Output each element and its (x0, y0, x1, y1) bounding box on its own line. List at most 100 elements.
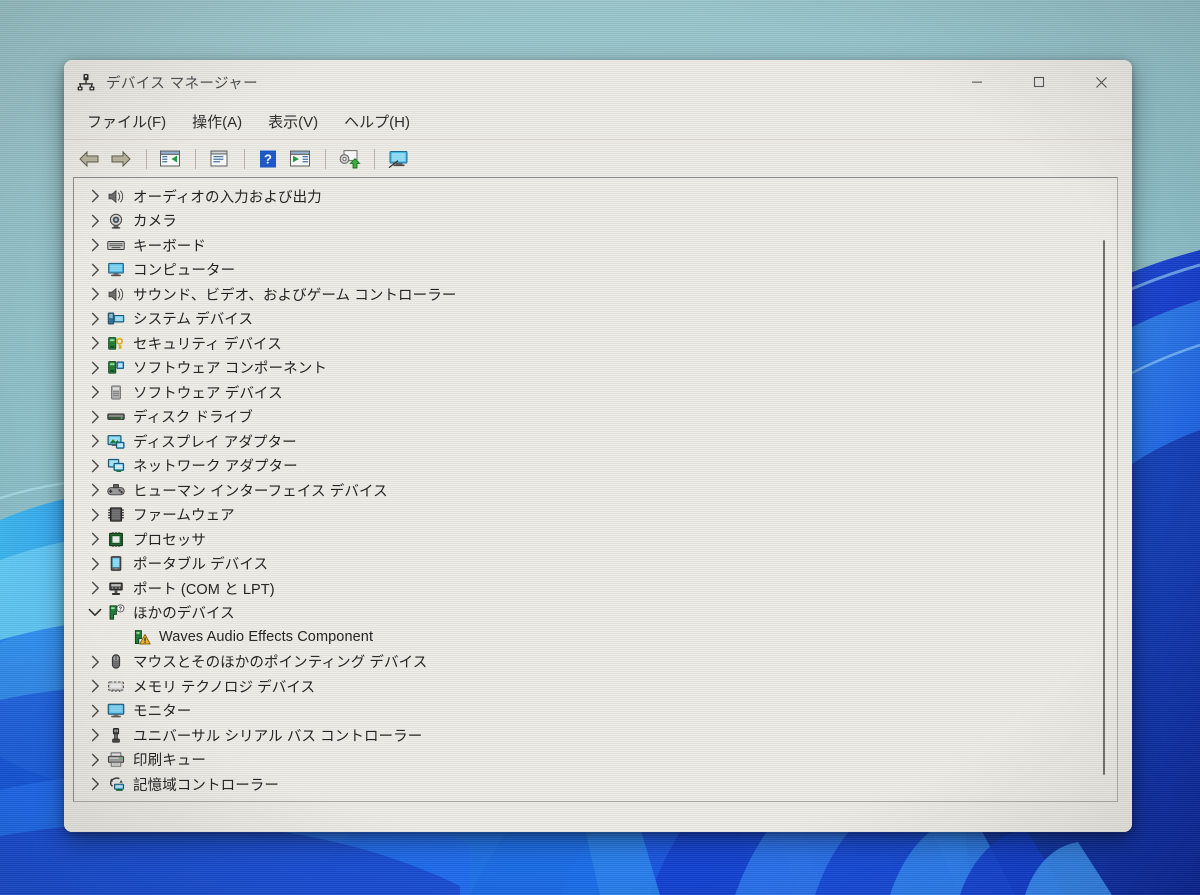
chevron-right-icon[interactable] (84, 701, 106, 721)
properties-icon[interactable] (204, 145, 234, 173)
tree-row[interactable]: ファームウェア (74, 503, 1117, 528)
menu-file[interactable]: ファイル(F) (76, 107, 177, 136)
tree-row-label: ネットワーク アダプター (133, 459, 298, 476)
chevron-right-icon[interactable] (84, 774, 106, 794)
tree-row[interactable]: ポータブル デバイス (74, 552, 1117, 577)
speaker-icon (106, 187, 126, 205)
software-component-icon (106, 359, 126, 377)
tree-row-label: 印刷キュー (133, 753, 206, 770)
tree-row[interactable]: 記憶域コントローラー (74, 772, 1117, 797)
title-bar[interactable]: デバイス マネージャー (64, 60, 1132, 104)
tree-row[interactable]: オーディオの入力および出力 (74, 184, 1117, 209)
tree-row[interactable]: マウスとそのほかのポインティング デバイス (74, 650, 1117, 675)
chevron-right-icon[interactable] (84, 382, 106, 402)
status-bar (64, 802, 1132, 832)
tree-row[interactable]: Waves Audio Effects Component (74, 625, 1117, 650)
chevron-right-icon[interactable] (84, 358, 106, 378)
display-adapter-icon (106, 432, 126, 450)
tree-row[interactable]: ? ほかのデバイス (74, 601, 1117, 626)
chevron-right-icon[interactable] (84, 750, 106, 770)
chevron-right-icon[interactable] (84, 676, 106, 696)
tree-row[interactable]: ソフトウェア コンポーネント (74, 356, 1117, 381)
back-arrow-icon[interactable] (74, 145, 104, 173)
chevron-right-icon[interactable] (84, 725, 106, 745)
tree-row[interactable]: メモリ テクノロジ デバイス (74, 674, 1117, 699)
unknown-device-warning-icon (132, 628, 152, 646)
tree-row[interactable]: キーボード (74, 233, 1117, 258)
tree-row-label: ヒューマン インターフェイス デバイス (133, 483, 388, 500)
tree-row[interactable]: 印刷キュー (74, 748, 1117, 773)
chevron-right-icon[interactable] (84, 260, 106, 280)
maximize-button[interactable] (1008, 60, 1070, 104)
chevron-right-icon[interactable] (84, 529, 106, 549)
chevron-right-icon[interactable] (84, 284, 106, 304)
tree-row[interactable]: ディスプレイ アダプター (74, 429, 1117, 454)
chevron-right-icon[interactable] (84, 505, 106, 525)
svg-text:?: ? (119, 607, 122, 613)
chevron-right-icon[interactable] (84, 456, 106, 476)
firmware-chip-icon (106, 506, 126, 524)
tree-row-label: ユニバーサル シリアル バス コントローラー (133, 728, 423, 745)
update-driver-icon[interactable] (334, 145, 364, 173)
tree-row[interactable]: コンピューター (74, 258, 1117, 283)
tree-panel-wrapper: オーディオの入力および出力 カメラキーボード コンピューター サウンド、ビデオ、および… (64, 177, 1132, 802)
tree-row-label: ファームウェア (133, 508, 235, 525)
tree-row[interactable]: ソフトウェア デバイス (74, 380, 1117, 405)
hid-gamepad-icon (106, 481, 126, 499)
chevron-right-icon[interactable] (84, 186, 106, 206)
tree-row-label: カメラ (133, 214, 177, 231)
show-devices-icon[interactable] (383, 145, 413, 173)
chevron-right-icon[interactable] (84, 554, 106, 574)
tree-row[interactable]: セキュリティ デバイス (74, 331, 1117, 356)
tree-row[interactable]: ポート (COM と LPT) (74, 576, 1117, 601)
window-controls (946, 60, 1132, 104)
printer-icon (106, 751, 126, 769)
menu-view[interactable]: 表示(V) (257, 107, 329, 136)
toolbar-separator (325, 148, 326, 169)
help-icon[interactable]: ? (253, 145, 283, 173)
show-hide-console-tree-icon[interactable] (155, 145, 185, 173)
tree-row[interactable]: システム デバイス (74, 307, 1117, 332)
tree-row[interactable]: モニター (74, 699, 1117, 724)
chevron-right-icon[interactable] (84, 333, 106, 353)
tree-row-label: メモリ テクノロジ デバイス (133, 679, 316, 696)
device-manager-window: デバイス マネージャー ファイル(F) 操作(A) 表示(V) ヘルプ(H) ?… (64, 60, 1132, 832)
close-button[interactable] (1070, 60, 1132, 104)
chevron-right-icon[interactable] (84, 578, 106, 598)
chevron-right-icon[interactable] (84, 235, 106, 255)
tree-row[interactable]: ネットワーク アダプター (74, 454, 1117, 479)
disk-drive-icon (106, 408, 126, 426)
computer-icon (106, 261, 126, 279)
tree-row-label: セキュリティ デバイス (133, 336, 282, 353)
tree-row-label: オーディオの入力および出力 (133, 189, 322, 206)
tree-row-label: ディスプレイ アダプター (133, 434, 297, 451)
chevron-down-icon[interactable] (84, 603, 106, 623)
chevron-right-icon[interactable] (84, 652, 106, 672)
tree-row-label: システム デバイス (133, 312, 254, 329)
tree-row[interactable]: ヒューマン インターフェイス デバイス (74, 478, 1117, 503)
tree-row-label: ポート (COM と LPT) (133, 581, 275, 598)
toolbar-separator (374, 148, 375, 169)
chevron-right-icon[interactable] (84, 309, 106, 329)
scan-hardware-changes-icon[interactable] (285, 145, 315, 173)
tree-row[interactable]: ディスク ドライブ (74, 405, 1117, 430)
desktop: デバイス マネージャー ファイル(F) 操作(A) 表示(V) ヘルプ(H) ?… (0, 0, 1200, 895)
svg-text:?: ? (264, 151, 272, 166)
tree-row[interactable]: カメラ (74, 209, 1117, 234)
device-tree[interactable]: オーディオの入力および出力 カメラキーボード コンピューター サウンド、ビデオ、および… (74, 178, 1117, 801)
chevron-right-icon[interactable] (84, 407, 106, 427)
vertical-scrollbar[interactable] (1097, 178, 1111, 801)
tree-row-label: モニター (133, 704, 192, 721)
menu-action[interactable]: 操作(A) (181, 107, 253, 136)
chevron-right-icon[interactable] (84, 431, 106, 451)
tree-row[interactable]: サウンド、ビデオ、およびゲーム コントローラー (74, 282, 1117, 307)
chevron-right-icon[interactable] (84, 211, 106, 231)
minimize-button[interactable] (946, 60, 1008, 104)
tree-row[interactable]: プロセッサ (74, 527, 1117, 552)
chevron-right-icon[interactable] (84, 480, 106, 500)
tree-row[interactable]: ユニバーサル シリアル バス コントローラー (74, 723, 1117, 748)
menu-help[interactable]: ヘルプ(H) (333, 107, 421, 136)
forward-arrow-icon[interactable] (106, 145, 136, 173)
scrollbar-thumb[interactable] (1103, 240, 1105, 775)
